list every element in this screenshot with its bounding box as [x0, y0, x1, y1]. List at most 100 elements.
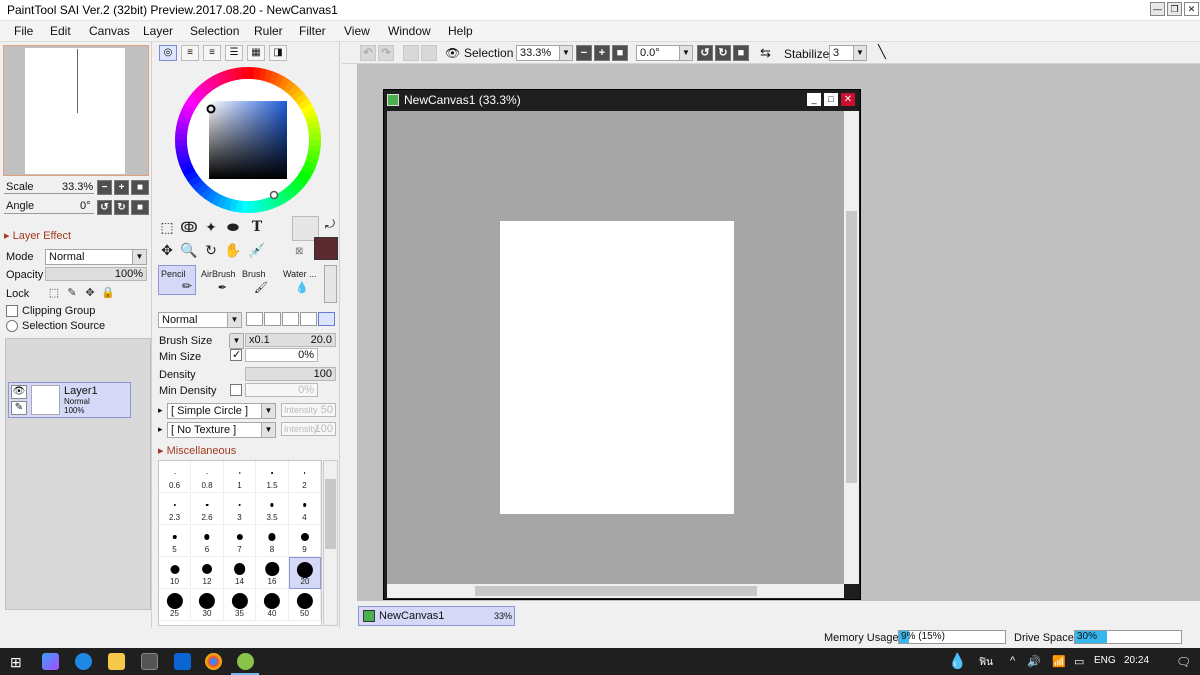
- brush-list-scrollbar[interactable]: [324, 265, 337, 303]
- menu-view[interactable]: View: [344, 24, 370, 38]
- brush-size-slider[interactable]: x0.1 20.0: [245, 333, 336, 347]
- hue-segment[interactable]: [241, 67, 250, 80]
- battery-icon[interactable]: ▭: [1074, 655, 1084, 668]
- layer-list[interactable]: [5, 338, 151, 610]
- texture-intensity-slider[interactable]: Intensity 100: [281, 422, 336, 436]
- clock[interactable]: 20:24: [1124, 655, 1149, 666]
- wifi-icon[interactable]: 📶: [1052, 655, 1066, 668]
- miscellaneous-section[interactable]: ▸ Miscellaneous: [158, 444, 236, 457]
- canvas-viewport[interactable]: [387, 111, 844, 584]
- brush-size-preset[interactable]: 12: [191, 557, 224, 589]
- menu-filter[interactable]: Filter: [299, 24, 326, 38]
- rgb-slider-tab[interactable]: ≡: [181, 45, 199, 61]
- menu-selection[interactable]: Selection: [190, 24, 239, 38]
- zoom-icon[interactable]: 🔍: [179, 240, 199, 260]
- flip-horizontal-icon[interactable]: ⇆: [760, 45, 771, 61]
- zoom-in-button[interactable]: +: [114, 180, 129, 195]
- brush-size-preset[interactable]: 0.6: [159, 461, 191, 493]
- brush-size-preset[interactable]: 25: [159, 589, 191, 621]
- rotate-reset-button[interactable]: ■: [131, 200, 149, 215]
- shape-icon[interactable]: ⬬: [223, 217, 243, 237]
- zoom-out-button[interactable]: −: [576, 45, 592, 61]
- brush-size-preset[interactable]: 14: [224, 557, 256, 589]
- brush-size-preset[interactable]: 20: [289, 557, 321, 589]
- paint-lock-icon[interactable]: ✎: [11, 401, 27, 415]
- zoom-out-button[interactable]: −: [97, 180, 112, 195]
- brush-size-preset[interactable]: 3: [224, 493, 256, 525]
- canvas-close-button[interactable]: ✕: [841, 93, 855, 106]
- brush-size-preset[interactable]: 6: [191, 525, 224, 557]
- lock-move-icon[interactable]: ✥: [82, 285, 98, 301]
- brush-size-mult-select[interactable]: ▼: [229, 333, 244, 349]
- zoom-in-button[interactable]: +: [594, 45, 610, 61]
- brush-size-preset[interactable]: 2.3: [159, 493, 191, 525]
- hard-edge-4-icon[interactable]: [300, 312, 317, 326]
- min-density-checkbox[interactable]: [230, 384, 242, 396]
- lasso-icon[interactable]: ↂ: [179, 217, 199, 237]
- lock-paint-icon[interactable]: ✎: [64, 285, 80, 301]
- hard-edge-1-icon[interactable]: [246, 312, 263, 326]
- speaker-icon[interactable]: 🔊: [1027, 655, 1041, 668]
- canvas-page[interactable]: [500, 221, 734, 514]
- rotate-icon[interactable]: ↻: [201, 240, 221, 260]
- menu-layer[interactable]: Layer: [143, 24, 173, 38]
- selection-source-radio[interactable]: [6, 320, 18, 332]
- scroll-thumb[interactable]: [325, 479, 336, 549]
- chrome-icon[interactable]: [205, 653, 222, 670]
- maximize-button[interactable]: ❐: [1167, 2, 1182, 16]
- zoom-reset-button[interactable]: ■: [612, 45, 628, 61]
- stabilizer-select[interactable]: 3 ▼: [829, 45, 867, 61]
- brush-size-preset[interactable]: 35: [224, 589, 256, 621]
- color-wheel-tab[interactable]: ◎: [159, 45, 177, 61]
- store-icon[interactable]: [141, 653, 158, 670]
- brush-size-preset[interactable]: 7: [224, 525, 256, 557]
- outlook-icon[interactable]: [174, 653, 191, 670]
- color-wheel[interactable]: [174, 66, 322, 214]
- swap-colors-icon[interactable]: ⤾: [325, 217, 335, 232]
- vertical-scroll-thumb[interactable]: [846, 211, 857, 483]
- brush-blend-select[interactable]: Normal ▼: [158, 312, 242, 328]
- opacity-slider[interactable]: 100%: [45, 267, 147, 281]
- brush-brush[interactable]: Brush 🖌: [240, 265, 278, 295]
- density-slider[interactable]: 100: [245, 367, 336, 381]
- hard-edge-3-icon[interactable]: [282, 312, 299, 326]
- clipping-group-checkbox[interactable]: [6, 305, 18, 317]
- rotate-reset-button[interactable]: ■: [733, 45, 749, 61]
- invert-selection-button[interactable]: [421, 45, 437, 61]
- minimize-button[interactable]: —: [1150, 2, 1165, 16]
- blend-mode-select[interactable]: Normal ▼: [45, 249, 147, 265]
- brush-size-preset[interactable]: 4: [289, 493, 321, 525]
- hsv-slider-tab[interactable]: ≡: [203, 45, 221, 61]
- eyedropper-icon[interactable]: 💉: [247, 240, 267, 260]
- layer-item[interactable]: 👁 ✎ Layer1 Normal 100%: [8, 382, 131, 418]
- canvas-maximize-button[interactable]: □: [824, 93, 838, 106]
- move-icon[interactable]: ✥: [157, 240, 177, 260]
- undo-button[interactable]: ↶: [360, 45, 376, 61]
- brush-size-preset[interactable]: 10: [159, 557, 191, 589]
- min-size-checkbox[interactable]: ✓: [230, 349, 242, 361]
- size-presets-scrollbar[interactable]: [323, 460, 338, 626]
- eye-icon[interactable]: 👁: [11, 385, 27, 399]
- palette-tab[interactable]: ▦: [247, 45, 265, 61]
- transparent-color-icon[interactable]: ⊠: [295, 246, 303, 257]
- brush-size-preset[interactable]: 5: [159, 525, 191, 557]
- canvas-tab[interactable]: NewCanvas1 33%: [358, 606, 515, 626]
- straight-line-icon[interactable]: ╲: [878, 44, 886, 60]
- water-drop-icon[interactable]: 💧: [948, 652, 967, 672]
- text-icon[interactable]: T: [247, 217, 267, 237]
- layer-effect-section[interactable]: ▸ Layer Effect: [4, 229, 71, 242]
- brush-size-preset[interactable]: 2.6: [191, 493, 224, 525]
- canvas-vertical-scrollbar[interactable]: [844, 111, 859, 584]
- brush-airbrush[interactable]: AirBrush ✒: [199, 265, 237, 295]
- rotate-ccw-button[interactable]: ↺: [97, 200, 112, 215]
- shape-intensity-slider[interactable]: Intensity 50: [281, 403, 336, 417]
- brush-size-preset[interactable]: 30: [191, 589, 224, 621]
- hard-edge-5-icon[interactable]: [318, 312, 335, 326]
- rect-select-icon[interactable]: ⬚: [157, 217, 177, 237]
- deselect-button[interactable]: [403, 45, 419, 61]
- swatch-tab[interactable]: ☰: [225, 45, 243, 61]
- canvas-minimize-button[interactable]: _: [807, 93, 821, 106]
- brush-size-preset[interactable]: 50: [289, 589, 321, 621]
- rotate-cw-button[interactable]: ↻: [114, 200, 129, 215]
- menu-help[interactable]: Help: [448, 24, 473, 38]
